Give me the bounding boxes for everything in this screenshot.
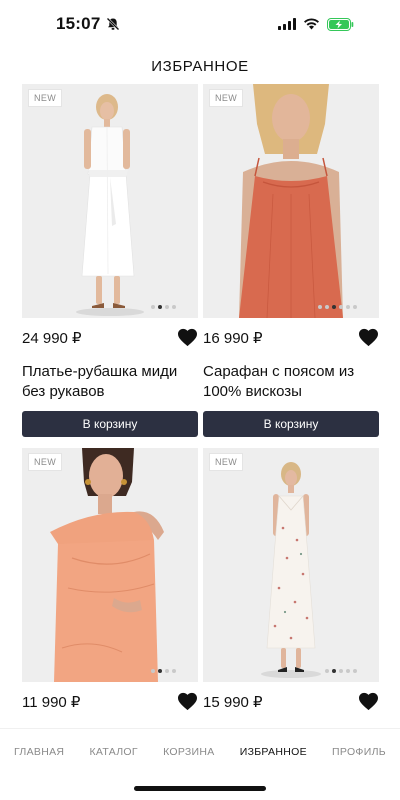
- status-time-group: 15:07: [56, 14, 120, 34]
- pager-dot[interactable]: [172, 669, 176, 673]
- favorite-heart-icon[interactable]: [177, 692, 198, 711]
- product-image[interactable]: NEW: [22, 84, 198, 318]
- price-row: 11 990 ₽: [22, 692, 198, 711]
- product-card[interactable]: NEW 11 990 ₽: [22, 448, 198, 728]
- image-pager-dots[interactable]: [325, 669, 357, 673]
- tab-home[interactable]: ГЛАВНАЯ: [14, 746, 64, 758]
- signal-bars-icon: [278, 18, 296, 30]
- pager-dot[interactable]: [165, 669, 169, 673]
- status-bar: 15:07: [0, 0, 400, 48]
- pager-dot[interactable]: [151, 305, 155, 309]
- pager-dot-active[interactable]: [332, 669, 336, 673]
- bottom-tab-bar: ГЛАВНАЯ КАТАЛОГ КОРЗИНА ИЗБРАННОЕ ПРОФИЛ…: [0, 728, 400, 774]
- home-indicator[interactable]: [134, 786, 266, 791]
- product-price: 24 990 ₽: [22, 329, 82, 347]
- pager-dot[interactable]: [165, 305, 169, 309]
- product-title[interactable]: Платье-рубашка миди без рукавов: [22, 362, 198, 402]
- image-pager-dots[interactable]: [151, 669, 176, 673]
- tab-favorites[interactable]: ИЗБРАННОЕ: [240, 746, 307, 758]
- status-indicators: [278, 17, 354, 31]
- favorite-heart-icon[interactable]: [358, 328, 379, 347]
- product-price: 11 990 ₽: [22, 693, 81, 711]
- favorite-heart-icon[interactable]: [177, 328, 198, 347]
- pager-dot[interactable]: [151, 669, 155, 673]
- pager-dot-active[interactable]: [158, 305, 162, 309]
- product-card[interactable]: NEW 15 990 ₽: [203, 448, 379, 728]
- pager-dot[interactable]: [353, 305, 357, 309]
- pager-dot-active[interactable]: [158, 669, 162, 673]
- favorite-heart-icon[interactable]: [358, 692, 379, 711]
- new-badge: NEW: [28, 89, 63, 107]
- pager-dot[interactable]: [346, 305, 350, 309]
- pager-dot[interactable]: [339, 305, 343, 309]
- product-card[interactable]: NEW 16 990 ₽ Сарафан с поясом из 100% ви…: [203, 84, 379, 439]
- pager-dot[interactable]: [318, 305, 322, 309]
- status-time: 15:07: [56, 14, 101, 33]
- add-to-cart-button[interactable]: В корзину: [22, 411, 198, 437]
- price-row: 16 990 ₽: [203, 328, 379, 347]
- battery-charging-icon: [327, 17, 354, 31]
- new-badge: NEW: [28, 453, 63, 471]
- pager-dot[interactable]: [325, 305, 329, 309]
- favorites-grid[interactable]: NEW 24 990 ₽ Платье-рубашка миди без рук…: [0, 84, 400, 728]
- bell-slash-icon: [107, 17, 120, 31]
- tab-catalog[interactable]: КАТАЛОГ: [89, 746, 137, 758]
- dress-photo-illustration: [22, 448, 198, 682]
- page-title: ИЗБРАННОЕ: [151, 57, 249, 75]
- product-price: 16 990 ₽: [203, 329, 263, 347]
- price-row: 24 990 ₽: [22, 328, 198, 347]
- wifi-icon: [304, 18, 319, 30]
- page-header: ИЗБРАННОЕ: [0, 48, 400, 84]
- product-title[interactable]: Сарафан с поясом из 100% вискозы: [203, 362, 379, 402]
- new-badge: NEW: [209, 453, 244, 471]
- dress-photo-illustration: [203, 448, 379, 682]
- pager-dot-active[interactable]: [332, 305, 336, 309]
- product-image[interactable]: NEW: [22, 448, 198, 682]
- image-pager-dots[interactable]: [318, 305, 357, 309]
- image-pager-dots[interactable]: [151, 305, 176, 309]
- pager-dot[interactable]: [353, 669, 357, 673]
- product-image[interactable]: NEW: [203, 84, 379, 318]
- pager-dot[interactable]: [339, 669, 343, 673]
- product-card[interactable]: NEW 24 990 ₽ Платье-рубашка миди без рук…: [22, 84, 198, 439]
- price-row: 15 990 ₽: [203, 692, 379, 711]
- new-badge: NEW: [209, 89, 244, 107]
- tab-cart[interactable]: КОРЗИНА: [163, 746, 215, 758]
- pager-dot[interactable]: [325, 669, 329, 673]
- dress-photo-illustration: [22, 84, 198, 318]
- pager-dot[interactable]: [346, 669, 350, 673]
- add-to-cart-button[interactable]: В корзину: [203, 411, 379, 437]
- tab-profile[interactable]: ПРОФИЛЬ: [332, 746, 386, 758]
- product-price: 15 990 ₽: [203, 693, 263, 711]
- pager-dot[interactable]: [172, 305, 176, 309]
- product-image[interactable]: NEW: [203, 448, 379, 682]
- dress-photo-illustration: [203, 84, 379, 318]
